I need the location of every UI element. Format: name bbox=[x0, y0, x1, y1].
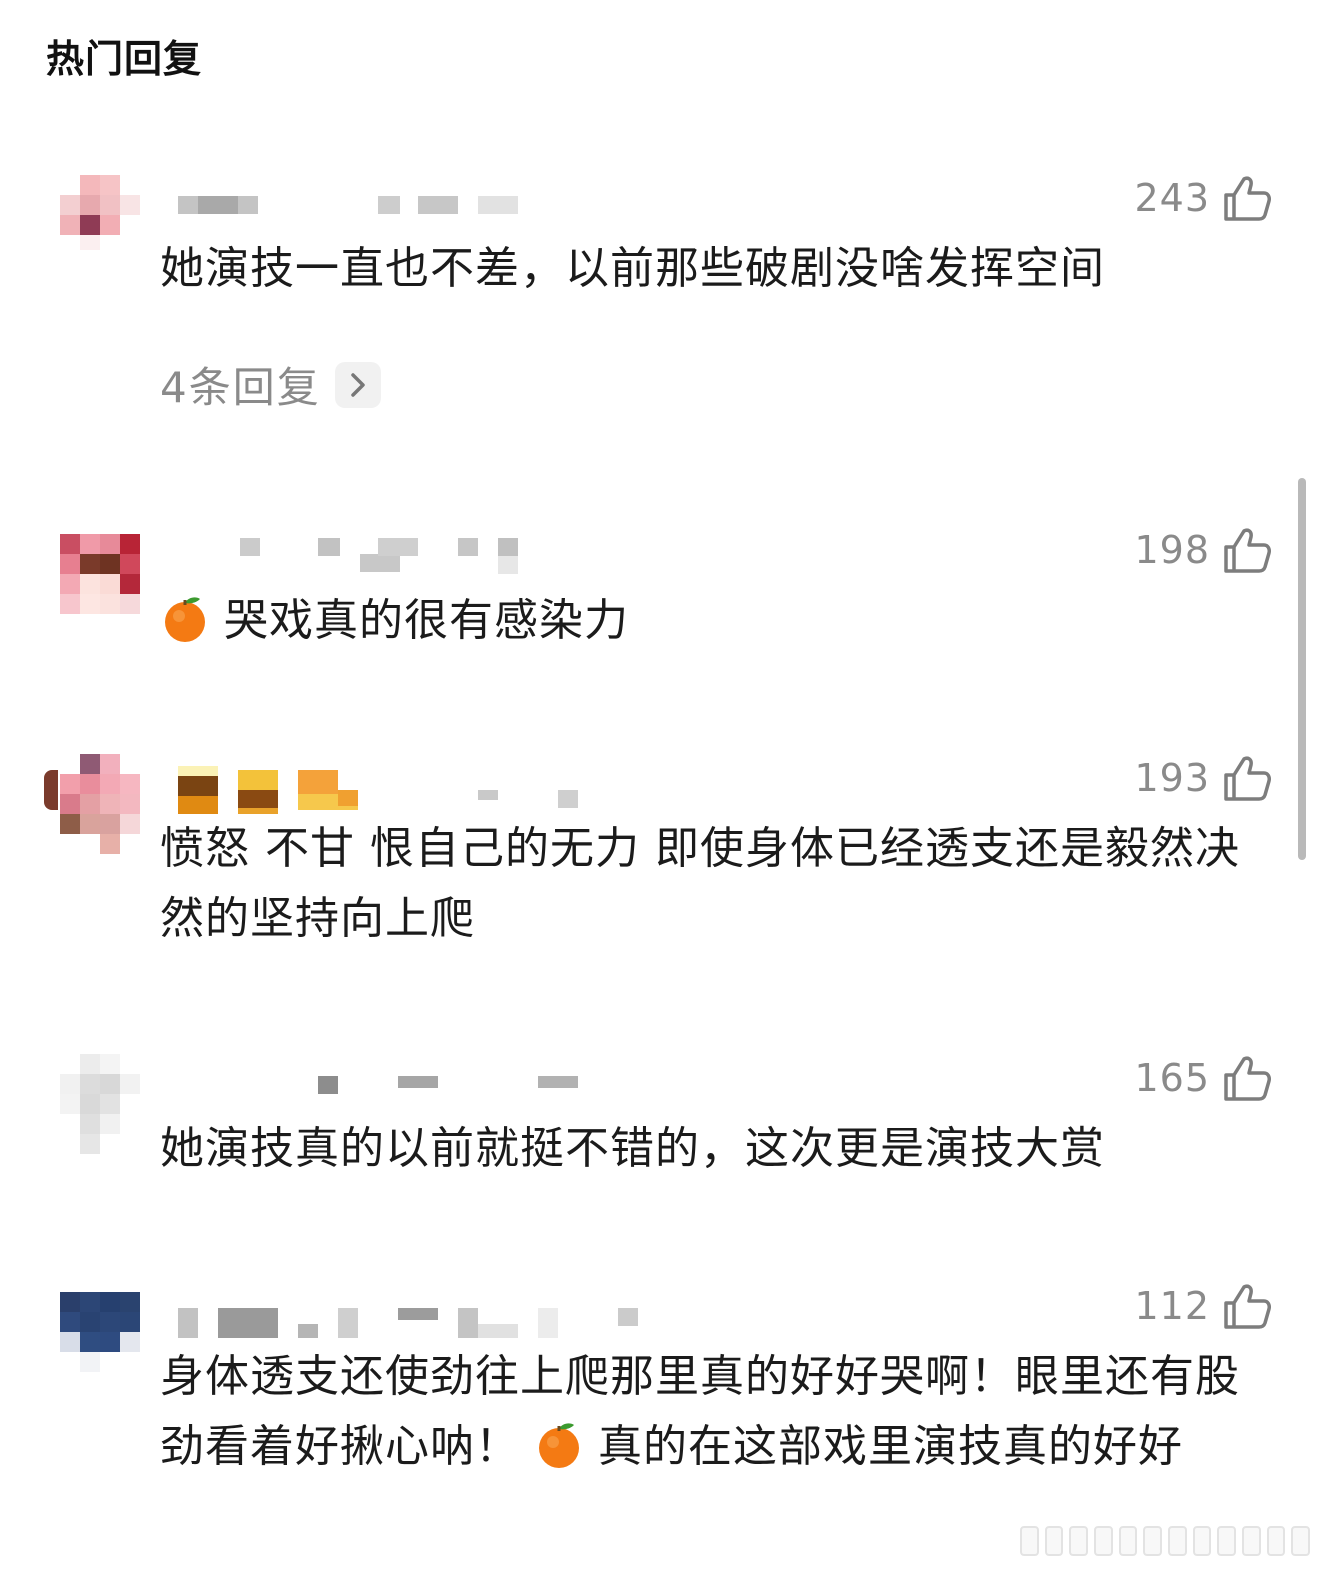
comment-text: 她演技真的以前就挺不错的，这次更是演技大赏 bbox=[160, 1123, 1105, 1174]
like-count: 243 bbox=[1134, 176, 1210, 220]
like-group[interactable]: 165 bbox=[1134, 1050, 1272, 1106]
chevron-right-icon bbox=[334, 361, 381, 408]
watermark-strip bbox=[1020, 1526, 1311, 1556]
username-blurred[interactable] bbox=[178, 186, 598, 214]
scrollbar[interactable] bbox=[1298, 478, 1306, 860]
like-count: 112 bbox=[1134, 1284, 1210, 1328]
thumbs-up-icon[interactable] bbox=[1222, 1053, 1272, 1103]
like-group[interactable]: 198 bbox=[1134, 522, 1272, 578]
thumbs-up-icon[interactable] bbox=[1222, 173, 1272, 223]
comment-text-content: 哭戏真的很有感染力 bbox=[224, 595, 629, 646]
section-title: 热门回复 bbox=[46, 37, 203, 81]
view-replies-button[interactable]: 4条回复 bbox=[160, 354, 381, 415]
like-group[interactable]: 112 bbox=[1134, 1278, 1272, 1334]
like-group[interactable]: 243 bbox=[1134, 170, 1272, 226]
avatar[interactable] bbox=[60, 1050, 140, 1154]
username-blurred[interactable] bbox=[178, 1066, 598, 1094]
avatar[interactable] bbox=[44, 750, 144, 854]
like-count: 198 bbox=[1134, 528, 1210, 572]
username-blurred[interactable] bbox=[178, 538, 598, 574]
like-group[interactable]: 193 bbox=[1134, 750, 1272, 806]
comment-text-part: 真的在这部戏里演技真的好好 bbox=[598, 1421, 1183, 1472]
orange-emoji-icon bbox=[539, 1423, 579, 1468]
orange-emoji-icon bbox=[165, 597, 205, 642]
thumbs-up-icon[interactable] bbox=[1222, 525, 1272, 575]
avatar[interactable] bbox=[60, 534, 140, 614]
comment-text: 身体透支还使劲往上爬那里真的好好哭啊！眼里还有股劲看着好揪心呐！ 真的在这部戏里… bbox=[160, 1342, 1270, 1482]
comment-text: 哭戏真的很有感染力 bbox=[160, 586, 1270, 656]
thumbs-up-icon[interactable] bbox=[1222, 1281, 1272, 1331]
username-blurred[interactable] bbox=[178, 766, 598, 814]
like-count: 165 bbox=[1134, 1056, 1210, 1100]
avatar[interactable] bbox=[60, 170, 140, 250]
username-blurred[interactable] bbox=[178, 1294, 638, 1338]
reply-count-label: 4条回复 bbox=[160, 363, 321, 412]
thumbs-up-icon[interactable] bbox=[1222, 753, 1272, 803]
comment-text: 她演技一直也不差，以前那些破剧没啥发挥空间 bbox=[160, 243, 1105, 294]
avatar[interactable] bbox=[60, 1292, 140, 1372]
comment-text: 愤怒 不甘 恨自己的无力 即使身体已经透支还是毅然决然的坚持向上爬 bbox=[160, 823, 1240, 944]
like-count: 193 bbox=[1134, 756, 1210, 800]
